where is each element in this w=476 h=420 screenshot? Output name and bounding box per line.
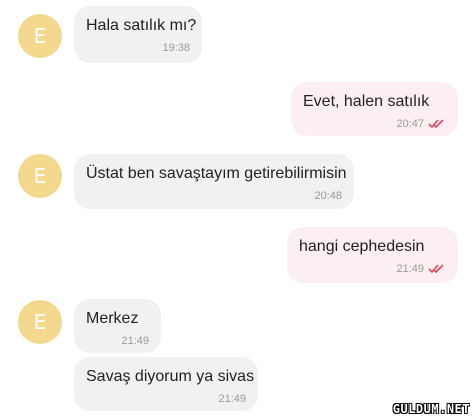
contact-avatar[interactable]: E xyxy=(18,14,62,58)
message-meta: 20:48 xyxy=(86,190,342,202)
message-bubble-incoming[interactable]: Üstat ben savaştayım getirebilirmisin 20… xyxy=(74,154,354,209)
message-text: Hala satılık mı? xyxy=(86,17,197,34)
message-meta: 21:49 xyxy=(86,335,149,347)
site-watermark: GULDUM.NET xyxy=(392,402,470,416)
message-text: Merkez xyxy=(86,310,139,327)
read-double-check-icon xyxy=(428,264,444,274)
message-time: 21:49 xyxy=(396,263,424,275)
message-time: 20:48 xyxy=(314,190,342,202)
message-time: 21:49 xyxy=(121,335,149,347)
message-text: hangi cephedesin xyxy=(299,238,425,255)
read-double-check-icon xyxy=(428,119,444,129)
message-time: 20:47 xyxy=(396,118,424,130)
message-bubble-incoming[interactable]: Savaş diyorum ya sivas 21:49 xyxy=(74,357,258,411)
message-bubble-outgoing[interactable]: Evet, halen satılık 20:47 xyxy=(291,82,458,136)
avatar-letter: E xyxy=(33,164,47,188)
message-text: Evet, halen satılık xyxy=(303,93,430,110)
message-time: 19:38 xyxy=(162,42,190,54)
contact-avatar[interactable]: E xyxy=(18,154,62,198)
message-meta: 21:49 xyxy=(299,263,446,275)
chat-thread: E Hala satılık mı? 19:38 Evet, halen sat… xyxy=(0,0,476,420)
message-bubble-outgoing[interactable]: hangi cephedesin 21:49 xyxy=(287,227,458,283)
message-time: 21:49 xyxy=(218,393,246,405)
avatar-letter: E xyxy=(33,24,47,48)
message-text: Üstat ben savaştayım getirebilirmisin xyxy=(86,165,347,182)
message-meta: 19:38 xyxy=(86,42,190,54)
message-meta: 21:49 xyxy=(86,393,246,405)
message-meta: 20:47 xyxy=(303,118,446,130)
message-bubble-incoming[interactable]: Hala satılık mı? 19:38 xyxy=(74,6,202,63)
message-bubble-incoming[interactable]: Merkez 21:49 xyxy=(74,299,161,353)
contact-avatar[interactable]: E xyxy=(18,300,62,344)
message-text: Savaş diyorum ya sivas xyxy=(86,368,255,385)
avatar-letter: E xyxy=(33,310,47,334)
